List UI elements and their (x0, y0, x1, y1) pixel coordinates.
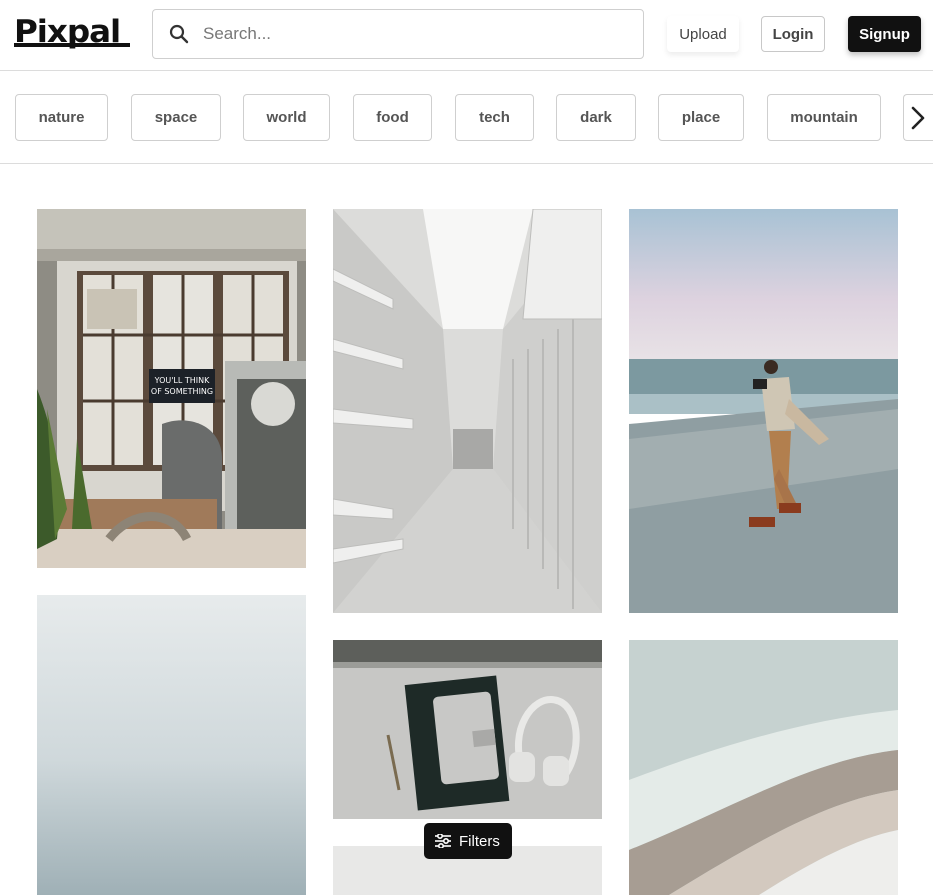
search-icon (169, 24, 189, 44)
photo-abstract-waves[interactable] (629, 640, 898, 895)
category-chip-world[interactable]: world (243, 94, 330, 141)
filters-label: Filters (459, 833, 500, 850)
pixpal-logo[interactable]: Pixpal (14, 15, 130, 49)
category-chip-space[interactable]: space (131, 94, 221, 141)
logo-underline (14, 43, 130, 47)
chevron-right-icon (911, 106, 925, 130)
category-chip-place[interactable]: place (658, 94, 744, 141)
category-next-button[interactable] (903, 94, 933, 141)
photo-beach-photographer[interactable] (629, 209, 898, 613)
category-chip-tech[interactable]: tech (455, 94, 534, 141)
search-bar[interactable] (152, 9, 644, 59)
category-chip-nature[interactable]: nature (15, 94, 108, 141)
login-button[interactable]: Login (761, 16, 825, 52)
svg-text:OF SOMETHING: OF SOMETHING (151, 387, 213, 396)
signup-button[interactable]: Signup (848, 16, 921, 52)
filters-button[interactable]: Filters (424, 823, 512, 859)
photo-office-window[interactable]: YOU'LL THINK OF SOMETHING (37, 209, 306, 568)
top-header: Pixpal Upload Login Signup (0, 0, 933, 71)
category-chip-mountain[interactable]: mountain (767, 94, 881, 141)
photo-notebook-headphones[interactable] (333, 640, 602, 819)
photo-foggy-sea[interactable] (37, 595, 306, 895)
category-chip-dark[interactable]: dark (556, 94, 636, 141)
category-bar: nature space world food tech dark place … (0, 71, 933, 164)
upload-button[interactable]: Upload (667, 16, 739, 52)
category-chip-food[interactable]: food (353, 94, 432, 141)
search-input[interactable] (203, 20, 623, 48)
sliders-icon (435, 834, 451, 848)
photo-white-corridor[interactable] (333, 209, 602, 613)
svg-text:YOU'LL THINK: YOU'LL THINK (154, 376, 211, 385)
